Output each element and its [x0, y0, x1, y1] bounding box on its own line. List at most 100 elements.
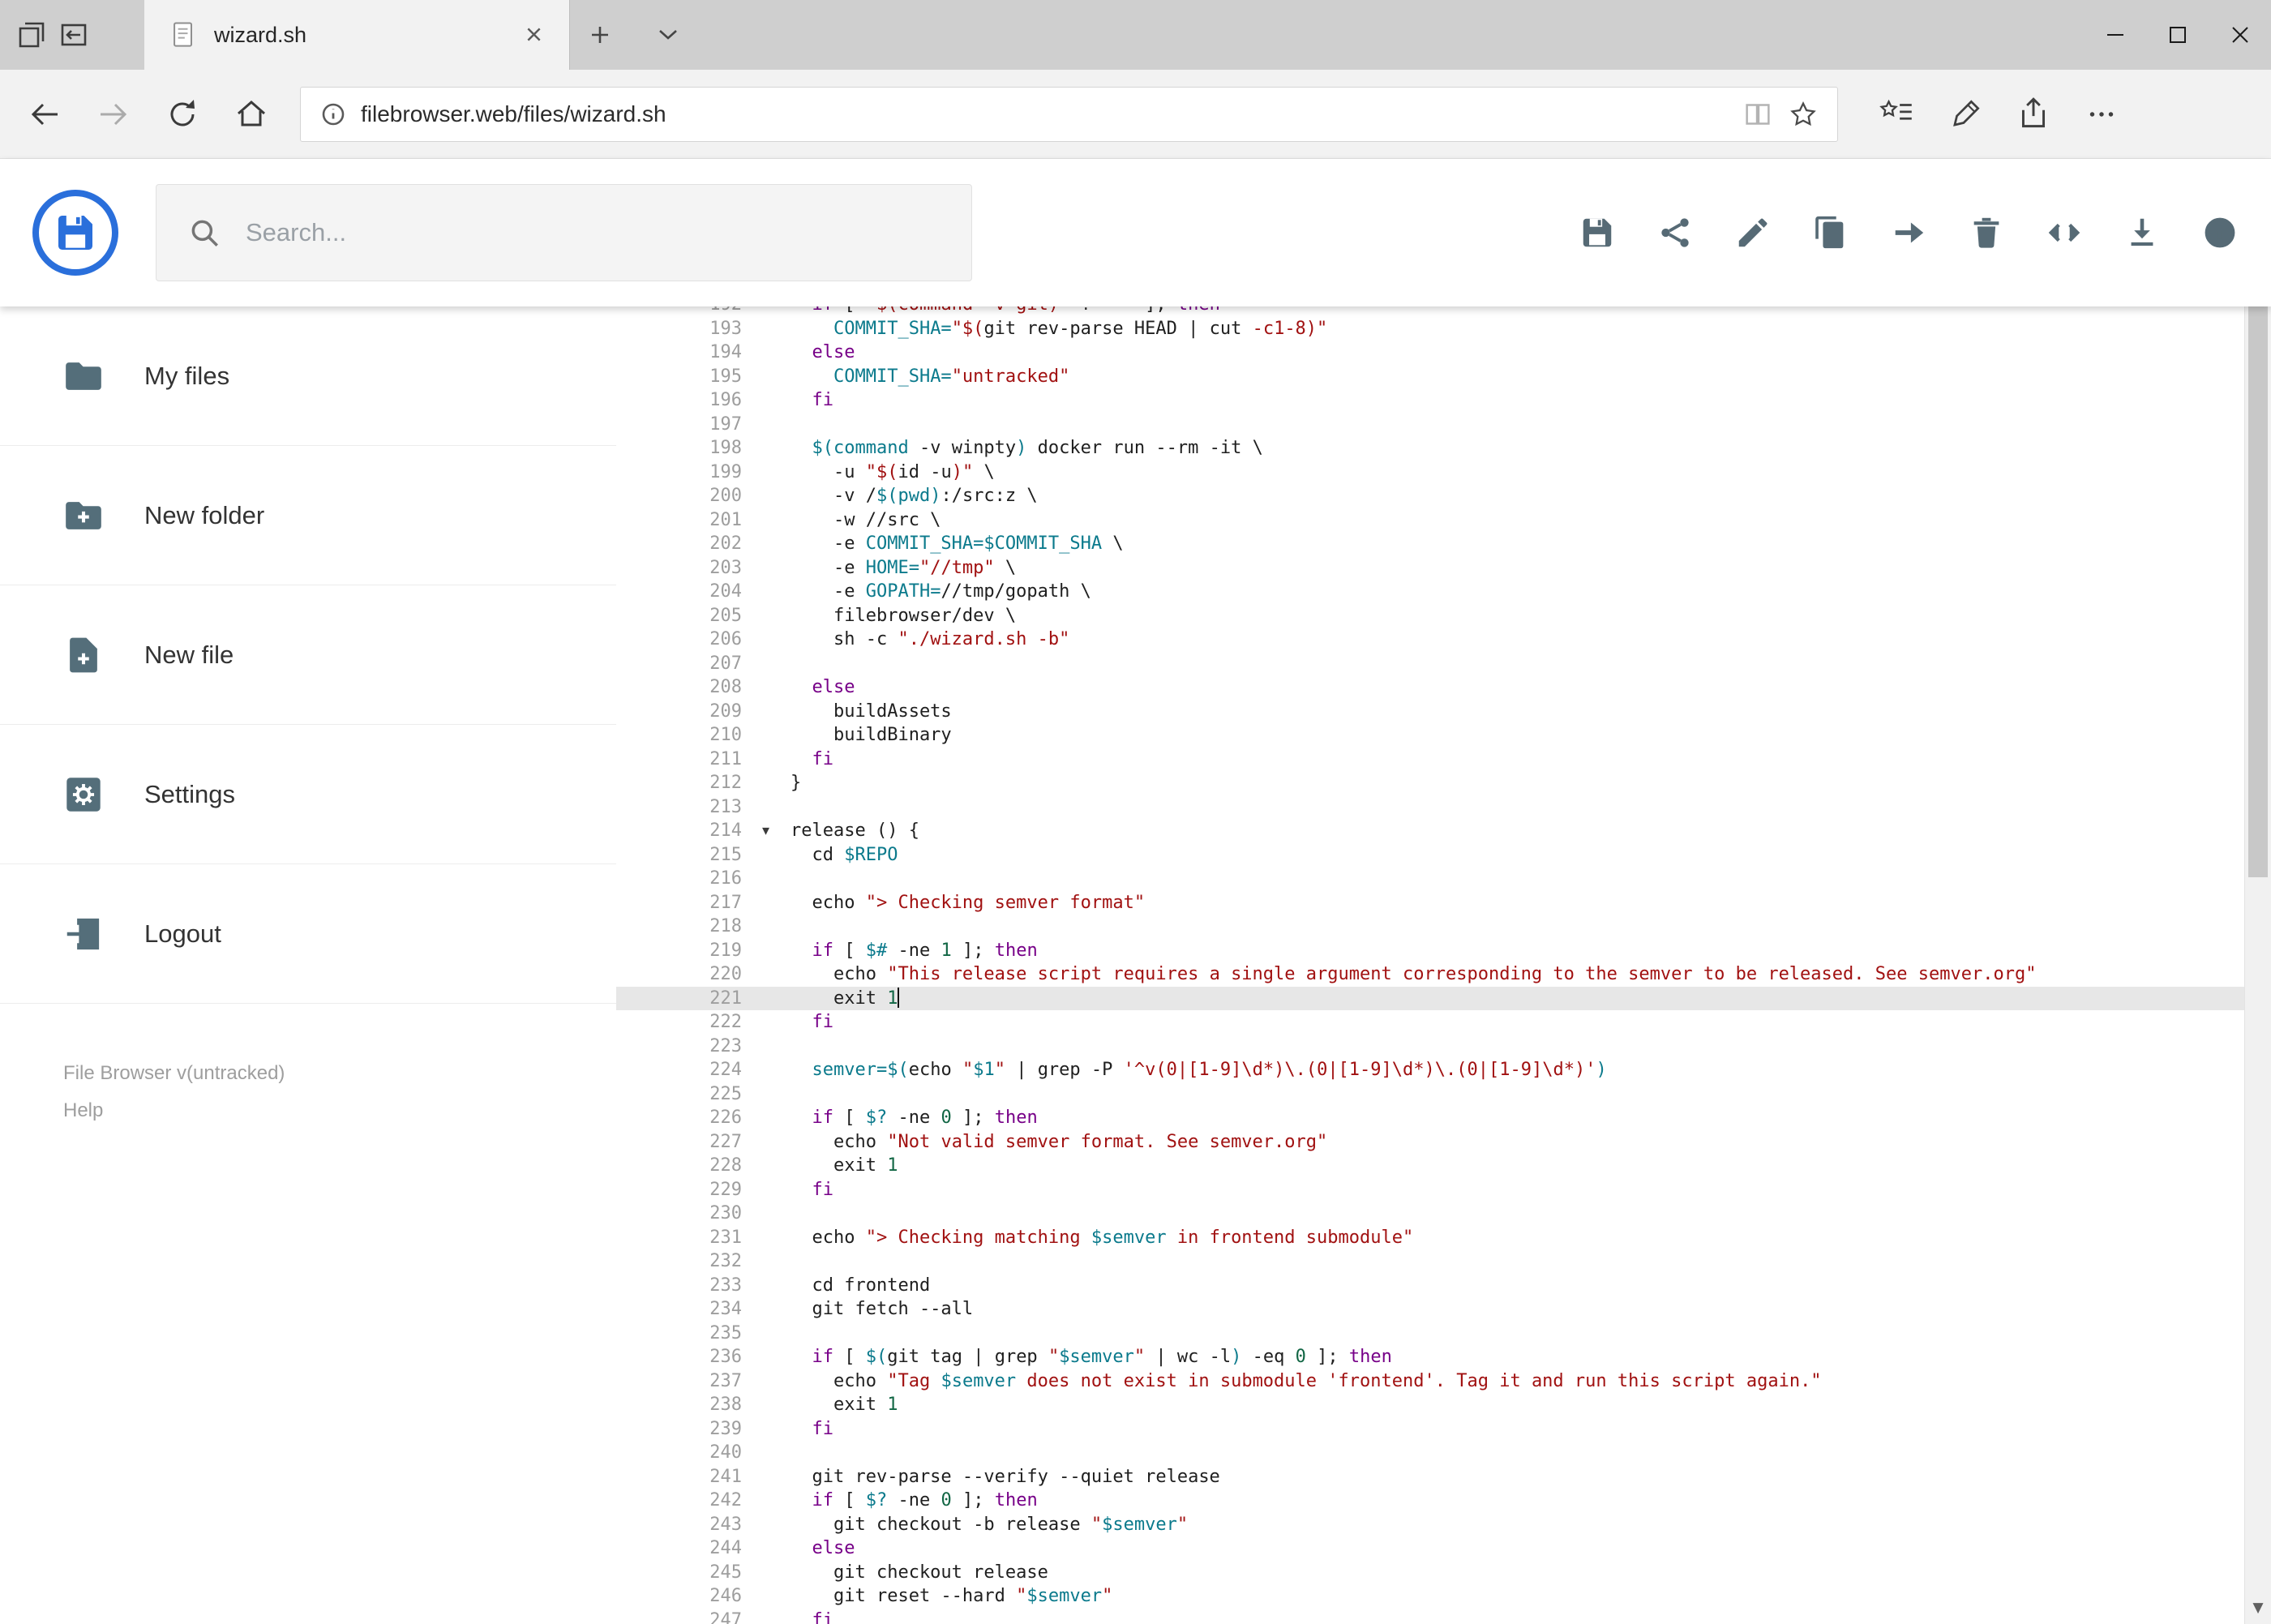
close-tab-icon[interactable] [517, 17, 553, 53]
code-button[interactable] [2042, 211, 2086, 255]
tab-previews-button[interactable] [645, 15, 691, 55]
code-line-202[interactable]: 202 -e COMMIT_SHA=$COMMIT_SHA \ [616, 532, 2244, 556]
filebrowser-logo-icon [32, 190, 118, 276]
code-line-225[interactable]: 225 [616, 1082, 2244, 1107]
code-line-235[interactable]: 235 [616, 1322, 2244, 1346]
code-line-209[interactable]: 209 buildAssets [616, 700, 2244, 724]
code-line-199[interactable]: 199 -u "$(id -u)" \ [616, 461, 2244, 485]
code-line-229[interactable]: 229 fi [616, 1178, 2244, 1202]
search-input[interactable]: Search... [156, 184, 972, 281]
close-window-button[interactable] [2209, 0, 2271, 70]
web-note-pen-button[interactable] [1937, 88, 1994, 140]
sidebar-item-new-file[interactable]: New file [0, 585, 616, 725]
code-line-194[interactable]: 194 else [616, 341, 2244, 365]
code-line-239[interactable]: 239 fi [616, 1417, 2244, 1442]
url-field[interactable]: filebrowser.web/files/wizard.sh [300, 86, 1838, 142]
code-line-195[interactable]: 195 COMMIT_SHA="untracked" [616, 365, 2244, 389]
code-line-198[interactable]: 198 $(command -v winpty) docker run --rm… [616, 436, 2244, 461]
code-line-219[interactable]: 219 if [ $# -ne 1 ]; then [616, 939, 2244, 963]
code-line-197[interactable]: 197 [616, 413, 2244, 437]
code-line-222[interactable]: 222 fi [616, 1010, 2244, 1035]
code-line-236[interactable]: 236 if [ $(git tag | grep "$semver" | wc… [616, 1345, 2244, 1369]
code-line-204[interactable]: 204 -e GOPATH=//tmp/gopath \ [616, 580, 2244, 604]
code-line-244[interactable]: 244 else [616, 1536, 2244, 1561]
code-line-231[interactable]: 231 echo "> Checking matching $semver in… [616, 1226, 2244, 1250]
code-line-230[interactable]: 230 [616, 1202, 2244, 1226]
share-page-button[interactable] [2005, 88, 2062, 140]
code-line-238[interactable]: 238 exit 1 [616, 1393, 2244, 1417]
forward-button[interactable] [89, 90, 138, 139]
line-number: 193 [709, 318, 742, 339]
code-line-245[interactable]: 245 git checkout release [616, 1561, 2244, 1585]
help-link[interactable]: Help [63, 1099, 616, 1122]
edit-button[interactable] [1731, 211, 1775, 255]
code-line-233[interactable]: 233 cd frontend [616, 1274, 2244, 1298]
code-line-224[interactable]: 224 semver=$(echo "$1" | grep -P '^v(0|[… [616, 1058, 2244, 1082]
code-line-193[interactable]: 193 COMMIT_SHA="$(git rev-parse HEAD | c… [616, 317, 2244, 341]
code-line-246[interactable]: 246 git reset --hard "$semver" [616, 1584, 2244, 1609]
info-button[interactable] [2198, 211, 2242, 255]
code-line-221[interactable]: 221 exit 1 [616, 986, 2244, 1010]
sidebar-item-logout[interactable]: Logout [0, 864, 616, 1004]
code-line-200[interactable]: 200 -v /$(pwd):/src:z \ [616, 484, 2244, 508]
minimize-button[interactable] [2084, 0, 2146, 70]
code-line-227[interactable]: 227 echo "Not valid semver format. See s… [616, 1130, 2244, 1155]
code-line-208[interactable]: 208 else [616, 675, 2244, 700]
back-button[interactable] [20, 90, 69, 139]
home-button[interactable] [227, 90, 276, 139]
share-button[interactable] [1653, 211, 1697, 255]
fold-arrow-icon[interactable]: ▾ [762, 819, 769, 843]
code-line-226[interactable]: 226 if [ $? -ne 0 ]; then [616, 1106, 2244, 1130]
code-line-223[interactable]: 223 [616, 1035, 2244, 1059]
download-button[interactable] [2120, 211, 2164, 255]
new-tab-button[interactable] [577, 15, 623, 55]
code-line-207[interactable]: 207 [616, 652, 2244, 676]
scroll-down-arrow-icon[interactable]: ▼ [2245, 1593, 2271, 1622]
copy-button[interactable] [1809, 211, 1853, 255]
code-line-206[interactable]: 206 sh -c "./wizard.sh -b" [616, 628, 2244, 652]
browser-tab[interactable]: wizard.sh [144, 0, 570, 70]
add-favorite-star-icon[interactable] [1780, 92, 1826, 137]
line-number: 214 ▾ [616, 819, 773, 843]
sidebar-item-settings[interactable]: Settings [0, 725, 616, 864]
code-line-220[interactable]: 220 echo "This release script requires a… [616, 962, 2244, 987]
code-line-203[interactable]: 203 -e HOME="//tmp" \ [616, 556, 2244, 581]
refresh-button[interactable] [158, 90, 207, 139]
code-line-216[interactable]: 216 [616, 867, 2244, 891]
code-line-228[interactable]: 228 exit 1 [616, 1154, 2244, 1178]
code-line-237[interactable]: 237 echo "Tag $semver does not exist in … [616, 1369, 2244, 1394]
code-line-210[interactable]: 210 buildBinary [616, 723, 2244, 748]
delete-button[interactable] [1965, 211, 2008, 255]
code-line-212[interactable]: 212} [616, 771, 2244, 795]
code-editor[interactable]: 192 if [ "$(command -v git)" != "" ]; th… [616, 306, 2244, 1624]
code-line-243[interactable]: 243 git checkout -b release "$semver" [616, 1513, 2244, 1537]
tabs-aside-button[interactable] [54, 15, 94, 55]
code-line-234[interactable]: 234 git fetch --all [616, 1297, 2244, 1322]
more-menu-button[interactable] [2073, 88, 2130, 140]
code-line-215[interactable]: 215 cd $REPO [616, 843, 2244, 868]
maximize-button[interactable] [2146, 0, 2209, 70]
code-line-232[interactable]: 232 [616, 1249, 2244, 1274]
code-line-241[interactable]: 241 git rev-parse --verify --quiet relea… [616, 1465, 2244, 1489]
save-button[interactable] [1575, 211, 1619, 255]
reading-view-icon[interactable] [1735, 92, 1780, 137]
page-info-icon[interactable] [315, 96, 351, 132]
code-line-211[interactable]: 211 fi [616, 748, 2244, 772]
code-line-247[interactable]: 247 fi [616, 1609, 2244, 1624]
set-tabs-aside-button[interactable] [11, 15, 52, 55]
code-line-242[interactable]: 242 if [ $? -ne 0 ]; then [616, 1489, 2244, 1513]
hub-favorites-button[interactable] [1869, 88, 1926, 140]
code-line-192[interactable]: 192 if [ "$(command -v git)" != "" ]; th… [616, 306, 2244, 317]
code-line-218[interactable]: 218 [616, 915, 2244, 939]
code-line-196[interactable]: 196 fi [616, 388, 2244, 413]
page-scrollbar[interactable]: ▲ ▼ [2244, 159, 2271, 1624]
code-line-213[interactable]: 213 [616, 795, 2244, 820]
code-line-217[interactable]: 217 echo "> Checking semver format" [616, 891, 2244, 915]
sidebar-item-my-files[interactable]: My files [0, 306, 616, 446]
sidebar-item-new-folder[interactable]: New folder [0, 446, 616, 585]
code-line-201[interactable]: 201 -w //src \ [616, 508, 2244, 533]
code-line-205[interactable]: 205 filebrowser/dev \ [616, 604, 2244, 628]
code-line-240[interactable]: 240 [616, 1441, 2244, 1465]
code-line-214[interactable]: 214 ▾ release () { [616, 819, 2244, 843]
move-button[interactable] [1887, 211, 1930, 255]
